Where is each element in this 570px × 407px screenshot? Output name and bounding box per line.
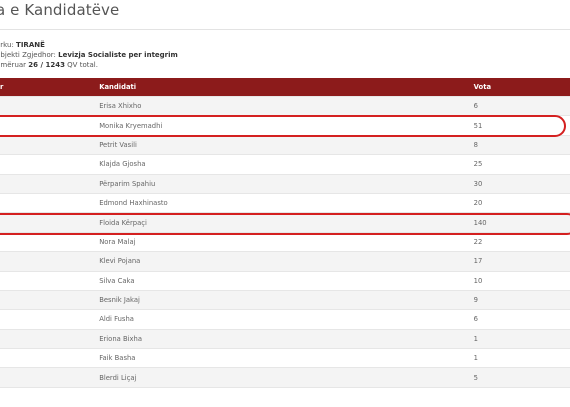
candidate-name: Floida Kërpaçi [99,212,470,233]
candidate-votes: 10 [469,270,570,291]
header-number[interactable]: r [0,78,100,97]
candidate-votes: 25 [469,154,570,175]
candidate-votes: 6 [469,95,570,116]
row-number-cell [0,251,100,272]
candidate-votes: 17 [469,251,570,272]
title-divider [0,29,570,30]
candidate-name: Blerdi Liçaj [99,367,470,388]
row-number-cell [0,134,100,155]
table-row[interactable]: Erisa Xhixho 6 [0,95,570,116]
candidate-votes: 22 [469,231,570,252]
row-number-cell [0,289,100,310]
counted-row: umëruar 26 / 1243 QV total. [0,60,178,70]
row-number-cell [0,328,100,349]
row-number-cell [0,173,100,194]
table-row[interactable]: Eriona Bixha 1 [0,328,570,349]
candidate-name: Aldi Fusha [99,309,470,330]
counted-suffix: QV total. [67,61,98,69]
row-number-cell [0,348,100,368]
candidate-votes: 30 [469,173,570,194]
table-row[interactable] [0,386,570,407]
table-body: Erisa Xhixho 6 Monika Kryemadhi 51 Petrit Va… [0,95,570,407]
counted-value: 26 / 1243 [28,61,65,69]
table-row[interactable]: Aldi Fusha 6 [0,309,570,330]
candidate-name: Klevi Pojana [99,251,470,272]
table-row[interactable]: Monika Kryemadhi 51 [0,115,570,136]
table-row[interactable]: Përparim Spahiu 30 [0,173,570,194]
district-row: arku: TIRANË [0,40,178,50]
candidate-votes: 51 [469,115,570,136]
row-number-cell [0,367,100,388]
candidate-name: Përparim Spahiu [99,173,470,194]
table-row[interactable]: Petrit Vasili 8 [0,134,570,155]
candidate-votes: 1 [469,348,570,368]
table-row[interactable]: Faik Basha 1 [0,348,570,368]
row-number-cell [0,309,100,330]
table-header-row: r Kandidati Vota [0,78,570,97]
candidate-name: Eriona Bixha [99,328,470,349]
candidate-votes: 140 [469,212,570,233]
row-number-cell [0,192,100,213]
table-row[interactable]: Klajda Gjosha 25 [0,154,570,175]
candidate-name: Edmond Haxhinasto [99,192,470,213]
candidate-name: Silva Caka [99,270,470,291]
row-number-cell [0,212,100,233]
header-votes[interactable]: Vota [469,78,570,97]
candidate-votes: 9 [469,289,570,310]
header-candidate[interactable]: Kandidati [99,78,470,97]
page-title: a e Kandidatëve [0,1,120,19]
row-number-cell [0,95,100,116]
row-number-cell [0,386,100,407]
candidate-votes: 5 [469,367,570,388]
subject-row: ubjekti Zgjedhor: Levizja Socialiste per… [0,50,178,60]
candidate-name: Klajda Gjosha [99,154,470,175]
row-number-cell [0,154,100,175]
election-info: arku: TIRANË ubjekti Zgjedhor: Levizja S… [0,40,178,70]
candidate-name: Petrit Vasili [99,134,470,155]
candidate-votes: 1 [469,328,570,349]
row-number-cell [0,115,100,136]
candidate-name [99,386,470,407]
candidate-name: Besnik Jakaj [99,289,470,310]
candidate-name: Faik Basha [99,348,470,368]
row-number-cell [0,231,100,252]
candidate-name: Nora Malaj [99,231,470,252]
candidate-votes: 6 [469,309,570,330]
subject-value: Levizja Socialiste per integrim [58,51,178,59]
table-row[interactable]: Edmond Haxhinasto 20 [0,192,570,213]
candidates-table: r Kandidati Vota Erisa Xhixho 6 Monika Kry… [0,78,570,407]
candidate-votes: 20 [469,192,570,213]
table-row[interactable]: Blerdi Liçaj 5 [0,367,570,388]
district-label: arku: [0,41,14,49]
candidate-name: Erisa Xhixho [99,95,470,116]
table-row[interactable]: Silva Caka 10 [0,270,570,291]
table-row[interactable]: Klevi Pojana 17 [0,251,570,272]
table-row[interactable]: Floida Kërpaçi 140 [0,212,570,233]
row-number-cell [0,270,100,291]
counted-label: umëruar [0,61,27,69]
candidate-votes: 8 [469,134,570,155]
candidate-name: Monika Kryemadhi [99,115,470,136]
candidate-votes [469,386,570,407]
subject-label: ubjekti Zgjedhor: [0,51,56,59]
table-row[interactable]: Besnik Jakaj 9 [0,289,570,310]
table-row[interactable]: Nora Malaj 22 [0,231,570,252]
district-value: TIRANË [16,41,45,49]
